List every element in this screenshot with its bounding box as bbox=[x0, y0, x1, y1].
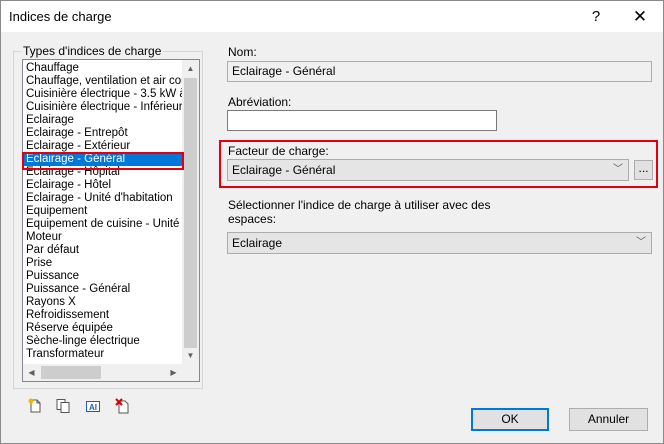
types-group-label: Types d'indices de charge bbox=[21, 44, 164, 58]
space-classification-label-line2: espaces: bbox=[228, 212, 277, 226]
vertical-scroll-thumb[interactable] bbox=[184, 78, 197, 348]
load-factor-browse-button[interactable]: ... bbox=[634, 160, 653, 180]
list-item[interactable]: Eclairage - Extérieur bbox=[24, 140, 184, 153]
list-item[interactable]: Prise bbox=[24, 257, 184, 270]
list-item[interactable]: Puissance bbox=[24, 270, 184, 283]
list-item[interactable]: Eclairage bbox=[24, 114, 184, 127]
duplicate-icon[interactable] bbox=[55, 398, 71, 414]
list-item[interactable]: Refroidissement bbox=[24, 309, 184, 322]
abbreviation-label: Abréviation: bbox=[228, 95, 292, 109]
horizontal-scroll-thumb[interactable] bbox=[41, 366, 101, 379]
space-classification-value: Eclairage bbox=[232, 236, 283, 250]
new-icon[interactable] bbox=[27, 398, 43, 414]
types-listbox[interactable]: Chauffage Chauffage, ventilation et air c… bbox=[22, 59, 200, 382]
list-item[interactable]: Eclairage - Hôtel bbox=[24, 179, 184, 192]
load-classifications-dialog: Indices de charge ? ✕ Types d'indices de… bbox=[0, 0, 664, 444]
load-factor-value: Eclairage - Général bbox=[232, 163, 336, 177]
list-item[interactable]: Rayons X bbox=[24, 296, 184, 309]
scroll-down-icon[interactable]: ▼ bbox=[182, 347, 199, 364]
list-item[interactable]: Réserve équipée bbox=[24, 322, 184, 335]
scrollbar-corner bbox=[182, 364, 199, 381]
types-list-items: Chauffage Chauffage, ventilation et air c… bbox=[24, 62, 184, 362]
list-item[interactable]: Cuisinière électrique - Inférieur à 3 bbox=[24, 101, 184, 114]
list-item[interactable]: Eclairage - Entrepôt bbox=[24, 127, 184, 140]
list-item[interactable]: Equipement bbox=[24, 205, 184, 218]
load-factor-dropdown[interactable]: Eclairage - Général ﹀ bbox=[227, 159, 629, 181]
list-item[interactable]: Eclairage - Hôpital bbox=[24, 166, 184, 179]
space-classification-dropdown[interactable]: Eclairage ﹀ bbox=[227, 232, 652, 254]
title-bar: Indices de charge ? ✕ bbox=[1, 1, 663, 32]
list-item[interactable]: Cuisinière électrique - 3.5 kW à 8 bbox=[24, 88, 184, 101]
list-item[interactable]: Moteur bbox=[24, 231, 184, 244]
chevron-down-icon: ﹀ bbox=[636, 237, 646, 248]
window-title: Indices de charge bbox=[9, 9, 112, 24]
list-item[interactable]: Transformateur bbox=[24, 348, 184, 361]
space-classification-label-line1: Sélectionner l'indice de charge à utilis… bbox=[228, 198, 491, 212]
name-field[interactable]: Eclairage - Général bbox=[227, 61, 652, 82]
svg-text:AI: AI bbox=[89, 403, 97, 412]
cancel-button[interactable]: Annuler bbox=[569, 408, 648, 431]
list-item[interactable]: Eclairage - Unité d'habitation bbox=[24, 192, 184, 205]
chevron-down-icon: ﹀ bbox=[613, 164, 623, 175]
list-item[interactable]: Sèche-linge électrique bbox=[24, 335, 184, 348]
abbreviation-input[interactable] bbox=[227, 110, 497, 131]
rename-icon[interactable]: AI bbox=[85, 398, 101, 414]
scroll-up-icon[interactable]: ▲ bbox=[182, 60, 199, 77]
delete-icon[interactable] bbox=[115, 398, 131, 414]
list-item[interactable]: Equipement de cuisine - Unité nor bbox=[24, 218, 184, 231]
scroll-right-icon[interactable]: ▶ bbox=[165, 364, 182, 381]
list-item[interactable]: Chauffage, ventilation et air condi bbox=[24, 75, 184, 88]
horizontal-scrollbar[interactable]: ◀ ▶ bbox=[23, 364, 182, 381]
list-item[interactable]: Par défaut bbox=[24, 244, 184, 257]
close-button[interactable]: ✕ bbox=[617, 1, 663, 32]
help-button[interactable]: ? bbox=[573, 1, 619, 32]
load-factor-label: Facteur de charge: bbox=[228, 144, 329, 158]
vertical-scrollbar[interactable]: ▲ ▼ bbox=[182, 60, 199, 364]
ok-button[interactable]: OK bbox=[471, 408, 549, 431]
scroll-left-icon[interactable]: ◀ bbox=[23, 364, 40, 381]
list-item[interactable]: Eclairage - Général bbox=[24, 153, 184, 166]
list-item[interactable]: Puissance - Général bbox=[24, 283, 184, 296]
list-item[interactable]: Chauffage bbox=[24, 62, 184, 75]
name-label: Nom: bbox=[228, 45, 257, 59]
